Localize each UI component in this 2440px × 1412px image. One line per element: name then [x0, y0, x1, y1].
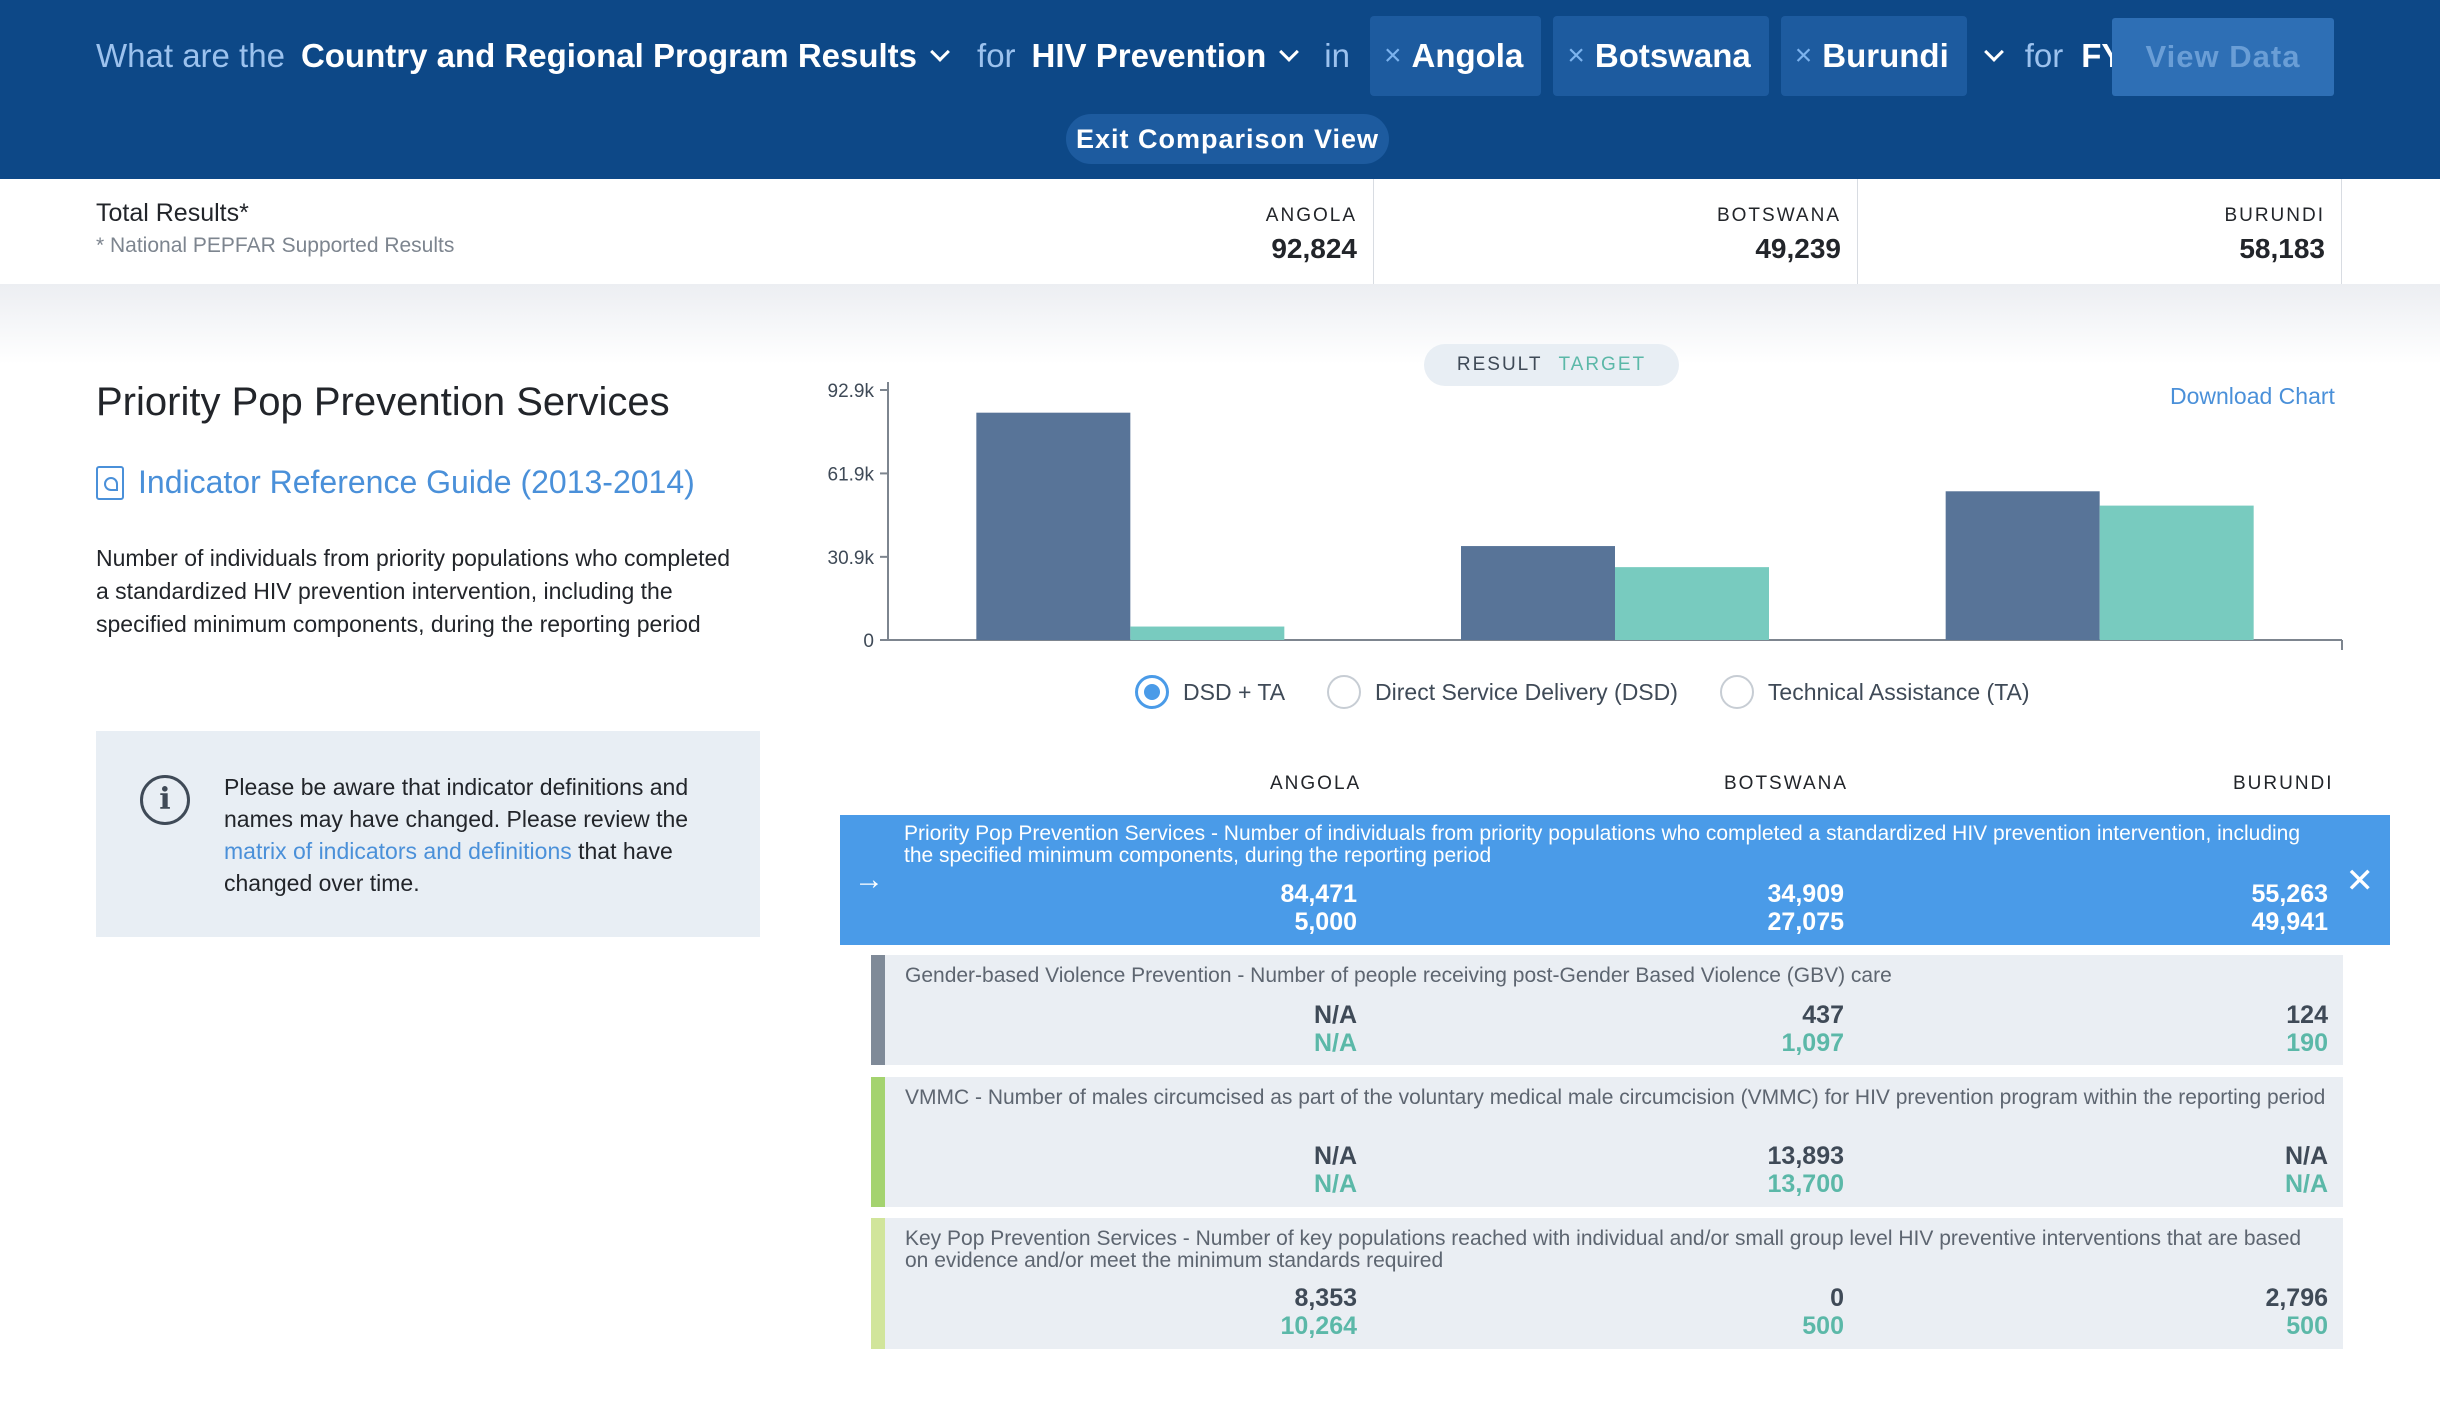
radio-dsd[interactable]: Direct Service Delivery (DSD) — [1327, 675, 1678, 709]
bar-target-angola — [1130, 626, 1285, 640]
table-row-vmmc[interactable]: VMMC - Number of males circumcised as pa… — [871, 1077, 2343, 1207]
section-title: Priority Pop Prevention Services — [96, 380, 670, 424]
table-row-gbv[interactable]: Gender-based Violence Prevention - Numbe… — [871, 955, 2343, 1065]
table-row-key-pop[interactable]: Key Pop Prevention Services - Number of … — [871, 1218, 2343, 1349]
row-label: Priority Pop Prevention Services - Numbe… — [904, 822, 2301, 867]
total-value: 49,239 — [1755, 233, 1841, 264]
value-result: 124 — [2286, 1001, 2328, 1029]
indicator-guide-label: Indicator Reference Guide (2013-2014) — [138, 464, 695, 500]
table-header-burundi: BURUNDI — [2233, 773, 2334, 794]
bar-result-botswana — [1461, 546, 1615, 640]
radio-ta[interactable]: Technical Assistance (TA) — [1719, 675, 2030, 709]
radio-label: DSD + TA — [1183, 678, 1286, 705]
radio-empty-icon — [1327, 675, 1362, 709]
total-country: BURUNDI — [2224, 205, 2325, 226]
info-icon: i — [140, 775, 190, 825]
value-target: 190 — [2286, 1029, 2328, 1057]
program-value: HIV Prevention — [1031, 37, 1267, 74]
value-target: N/A — [2284, 1170, 2328, 1198]
radio-label: Technical Assistance (TA) — [1767, 678, 2030, 705]
pdf-icon — [96, 465, 124, 500]
program-select[interactable]: HIV Prevention — [1031, 37, 1300, 75]
value-result: 55,263 — [2251, 880, 2328, 908]
y-tick-label: 0 — [863, 631, 874, 652]
remove-icon[interactable]: × — [1567, 39, 1585, 73]
table-row-selected[interactable]: → Priority Pop Prevention Services - Num… — [840, 815, 2390, 945]
total-country: ANGOLA — [1265, 205, 1357, 226]
y-tick-label: 92.9k — [828, 381, 875, 402]
close-icon[interactable]: ✕ — [2346, 861, 2375, 901]
bar-target-botswana — [1615, 567, 1769, 640]
totals-bar: Total Results* * National PEPFAR Support… — [0, 179, 2440, 284]
remove-icon[interactable]: × — [1384, 39, 1402, 73]
country-chip-botswana[interactable]: × Botswana — [1553, 16, 1769, 96]
total-value: 58,183 — [2239, 233, 2325, 264]
query-for-label-2: for — [2024, 37, 2064, 74]
chevron-down-icon — [1279, 42, 1300, 62]
row-values-burundi: N/A N/A — [885, 1142, 2328, 1198]
table-header-angola: ANGOLA — [1270, 773, 1362, 794]
totals-subtitle: * National PEPFAR Supported Results — [96, 234, 455, 257]
query-prefix: What are the — [96, 37, 285, 74]
total-country: BOTSWANA — [1716, 205, 1841, 226]
report-type-select[interactable]: Country and Regional Program Results — [300, 37, 950, 75]
breakdown-radio-group: DSD + TA Direct Service Delivery (DSD) T… — [1135, 675, 2072, 709]
row-label: VMMC - Number of males circumcised as pa… — [905, 1086, 2326, 1109]
total-col-burundi: BURUNDI 58,183 — [1858, 179, 2342, 284]
query-in-label: in — [1324, 37, 1350, 74]
row-color-bar — [871, 1218, 885, 1349]
bar-result-angola — [976, 412, 1131, 640]
country-dropdown-toggle[interactable] — [1979, 42, 2004, 62]
notice-text: Please be aware that indicator definitio… — [224, 771, 724, 899]
value-result: 2,796 — [2265, 1284, 2328, 1312]
row-values-burundi: 124 190 — [885, 1001, 2328, 1057]
y-tick-label: 61.9k — [828, 464, 875, 485]
chevron-down-icon — [930, 42, 950, 62]
notice-text-before: Please be aware that indicator definitio… — [224, 774, 689, 832]
country-chip-label: Botswana — [1594, 37, 1751, 74]
radio-label: Direct Service Delivery (DSD) — [1375, 678, 1678, 705]
exit-comparison-button[interactable]: Exit Comparison View — [1066, 114, 1389, 164]
country-chip-label: Angola — [1411, 37, 1524, 74]
row-values-burundi: 2,796 500 — [885, 1284, 2328, 1340]
value-target: 49,941 — [2251, 908, 2328, 936]
section-description: Number of individuals from priority popu… — [96, 545, 731, 637]
definitions-notice: i Please be aware that indicator definit… — [96, 731, 760, 937]
row-color-bar — [871, 1077, 885, 1207]
view-data-button[interactable]: View Data — [2112, 18, 2334, 96]
total-col-botswana: BOTSWANA 49,239 — [1374, 179, 1858, 284]
total-value: 92,824 — [1271, 233, 1357, 264]
y-tick-label: 30.9k — [828, 548, 875, 569]
bar-target-burundi — [2099, 505, 2254, 640]
country-chip-angola[interactable]: × Angola — [1369, 16, 1542, 96]
country-chip-burundi[interactable]: × Burundi — [1780, 16, 1967, 96]
value-target: 500 — [2286, 1312, 2328, 1340]
query-header: What are the Country and Regional Progra… — [0, 0, 2440, 179]
remove-icon[interactable]: × — [1795, 39, 1813, 73]
indicator-guide-link[interactable]: Indicator Reference Guide (2013-2014) — [96, 464, 695, 501]
radio-empty-icon — [1719, 675, 1754, 709]
total-col-angola: ANGOLA 92,824 — [1150, 179, 1374, 284]
table-header-botswana: BOTSWANA — [1724, 773, 1849, 794]
row-values-burundi: 55,263 49,941 — [840, 880, 2328, 936]
row-label: Gender-based Violence Prevention - Numbe… — [905, 964, 1892, 987]
query-sentence: What are the Country and Regional Progra… — [96, 16, 2274, 96]
report-type-value: Country and Regional Program Results — [300, 37, 918, 74]
bar-chart: 0 30.9k 61.9k 92.9k — [828, 381, 2343, 652]
indicator-matrix-link[interactable]: matrix of indicators and definitions — [224, 838, 572, 864]
totals-shadow — [0, 284, 2440, 364]
radio-selected-icon — [1135, 675, 1169, 709]
query-for-label: for — [977, 37, 1016, 74]
radio-dsd-ta[interactable]: DSD + TA — [1135, 675, 1285, 709]
country-chip-label: Burundi — [1822, 37, 1949, 74]
chevron-down-icon — [1983, 42, 2004, 62]
bar-result-burundi — [1945, 491, 2100, 640]
value-result: N/A — [2284, 1142, 2328, 1170]
row-label: Key Pop Prevention Services - Number of … — [905, 1227, 2302, 1272]
row-color-bar — [871, 955, 885, 1065]
totals-title: Total Results* — [96, 199, 249, 227]
